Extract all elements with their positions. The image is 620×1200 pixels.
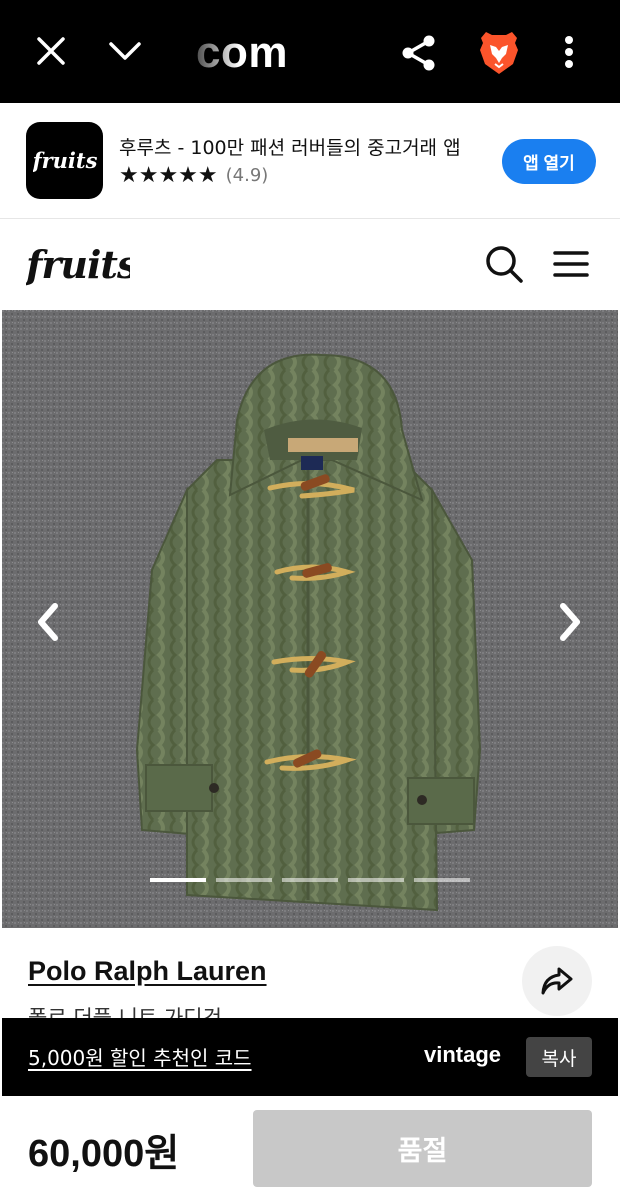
app-title: 후루츠 - 100만 패션 러버들의 중고거래 앱	[119, 137, 461, 159]
menu-icon[interactable]	[552, 246, 590, 282]
brand-link[interactable]: Polo Ralph Lauren	[28, 956, 267, 987]
product-photo	[2, 310, 618, 928]
rating-stars: ★★★★★	[119, 163, 218, 188]
share-button[interactable]	[522, 946, 592, 1016]
rating-value: (4.9)	[225, 165, 269, 186]
product-image-carousel[interactable]	[2, 310, 618, 928]
brave-lion-icon[interactable]	[476, 27, 522, 77]
svg-text:fruits: fruits	[33, 148, 97, 173]
app-install-banner: fruits 후루츠 - 100만 패션 러버들의 중고거래 앱 ★★★★★ (…	[0, 103, 620, 219]
referral-discount-link[interactable]: 5,000원 할인 추천인 코드	[28, 1042, 252, 1071]
search-icon[interactable]	[484, 244, 524, 284]
carousel-dot[interactable]	[216, 878, 272, 882]
app-rating: ★★★★★ (4.9)	[119, 163, 268, 188]
site-header: fruits	[0, 220, 620, 310]
sold-out-button: 품절	[253, 1110, 592, 1187]
open-app-button[interactable]: 앱 열기	[502, 139, 596, 184]
carousel-dot[interactable]	[414, 878, 470, 882]
carousel-dot[interactable]	[348, 878, 404, 882]
svg-text:fruits: fruits	[26, 242, 130, 287]
carousel-pagination	[150, 878, 470, 882]
browser-toolbar: com	[0, 0, 620, 103]
referral-code: vintage	[424, 1042, 502, 1067]
copy-code-button[interactable]: 복사	[526, 1037, 592, 1077]
referral-promo-bar: 5,000원 할인 추천인 코드 vintage 복사	[2, 1018, 618, 1096]
carousel-dot[interactable]	[150, 878, 206, 882]
site-logo[interactable]: fruits	[23, 238, 139, 294]
app-logo-icon: fruits	[26, 122, 103, 199]
carousel-dot[interactable]	[282, 878, 338, 882]
product-price: 60,000원	[28, 1133, 180, 1175]
close-icon[interactable]	[30, 30, 72, 72]
carousel-prev-arrow-icon[interactable]	[28, 602, 68, 642]
carousel-next-arrow-icon[interactable]	[550, 602, 590, 642]
url-fade	[170, 20, 240, 80]
chevron-down-icon[interactable]	[102, 30, 148, 72]
more-vertical-icon[interactable]	[552, 28, 586, 76]
share-icon[interactable]	[396, 30, 442, 76]
share-arrow-icon	[541, 967, 573, 995]
